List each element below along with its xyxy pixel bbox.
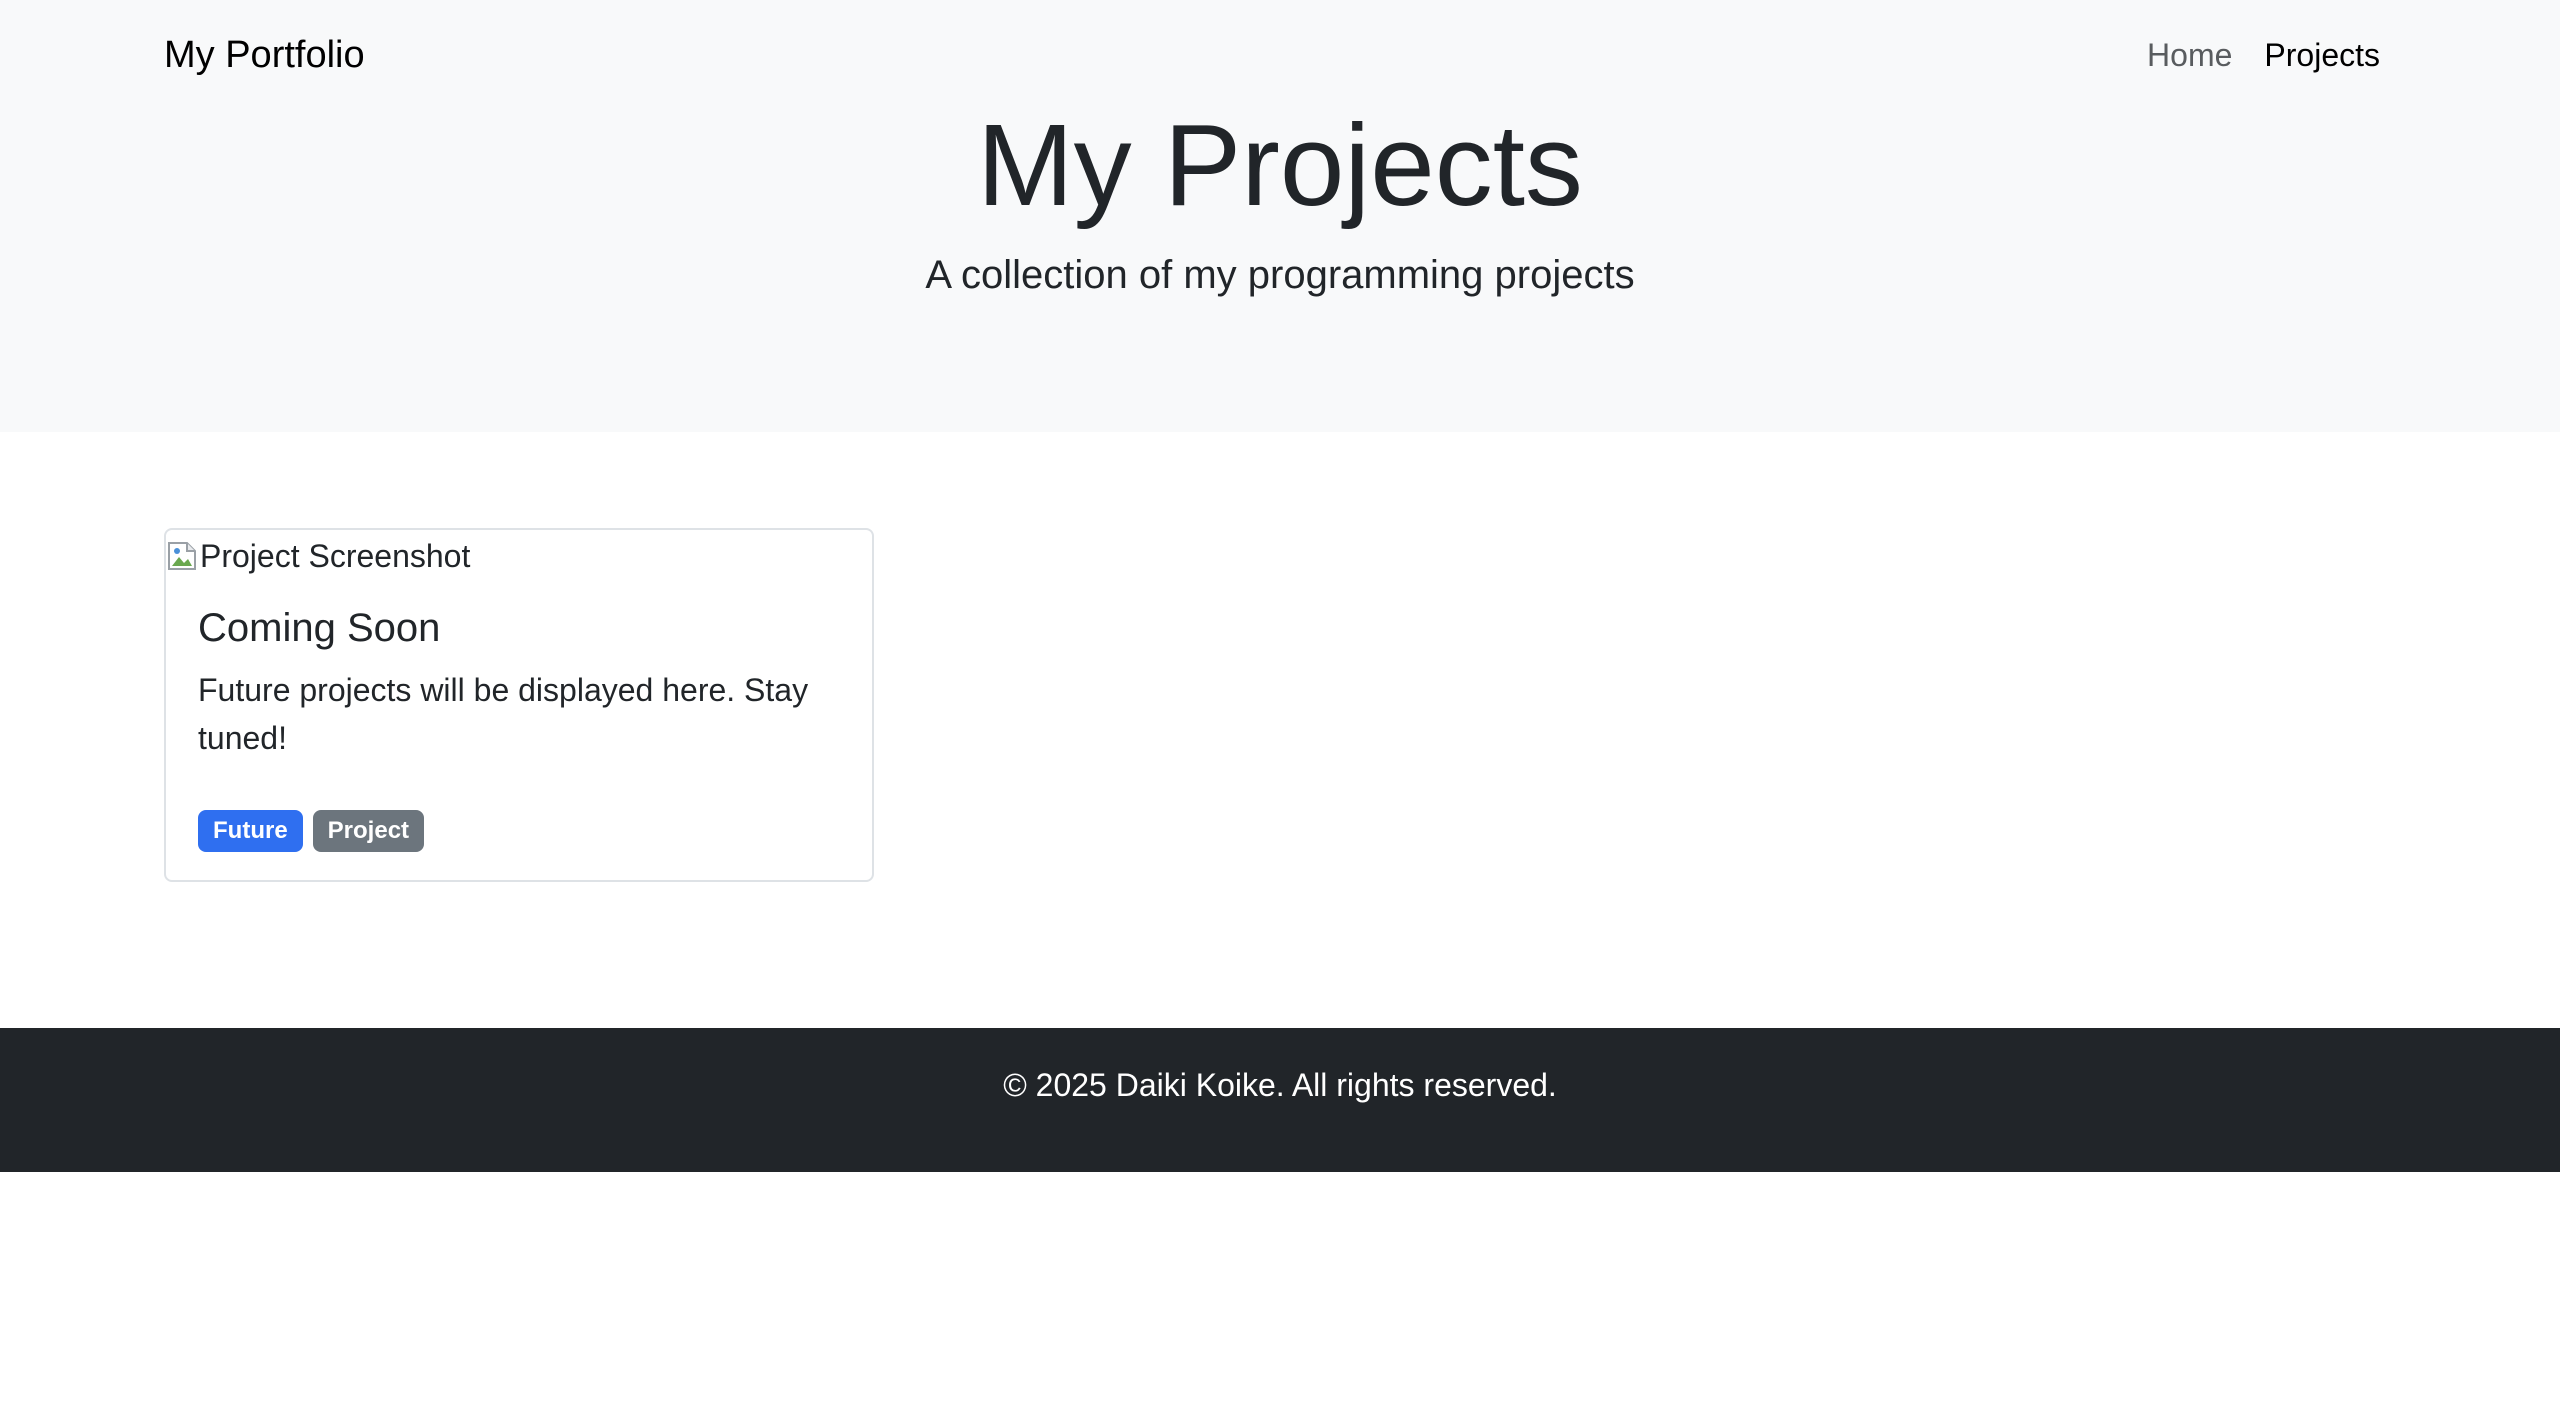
navbar-brand[interactable]: My Portfolio bbox=[164, 28, 365, 82]
page-subtitle: A collection of my programming projects bbox=[925, 253, 1635, 297]
card-title: Coming Soon bbox=[198, 606, 441, 650]
nav-link-projects[interactable]: Projects bbox=[2264, 28, 2380, 82]
project-card: Project Screenshot Coming Soon Future pr… bbox=[164, 528, 874, 882]
card-description: Future projects will be displayed here. … bbox=[198, 672, 809, 756]
project-screenshot: Project Screenshot bbox=[166, 530, 470, 582]
badge-group: Future Project bbox=[198, 810, 425, 852]
badge-project: Project bbox=[312, 810, 425, 852]
project-screenshot-alt-text: Project Screenshot bbox=[200, 537, 471, 574]
card-body: Coming Soon Future projects will be disp… bbox=[198, 604, 848, 762]
footer-copyright: © 2025 Daiki Koike. All rights reserved. bbox=[1003, 1067, 1557, 1103]
page-title: My Projects bbox=[977, 100, 1583, 230]
badge-future: Future bbox=[198, 810, 303, 852]
broken-image-icon bbox=[166, 540, 198, 572]
main-nav: Home Projects bbox=[2147, 28, 2380, 82]
nav-link-home[interactable]: Home bbox=[2147, 28, 2232, 82]
footer: © 2025 Daiki Koike. All rights reserved. bbox=[0, 1028, 2560, 1172]
